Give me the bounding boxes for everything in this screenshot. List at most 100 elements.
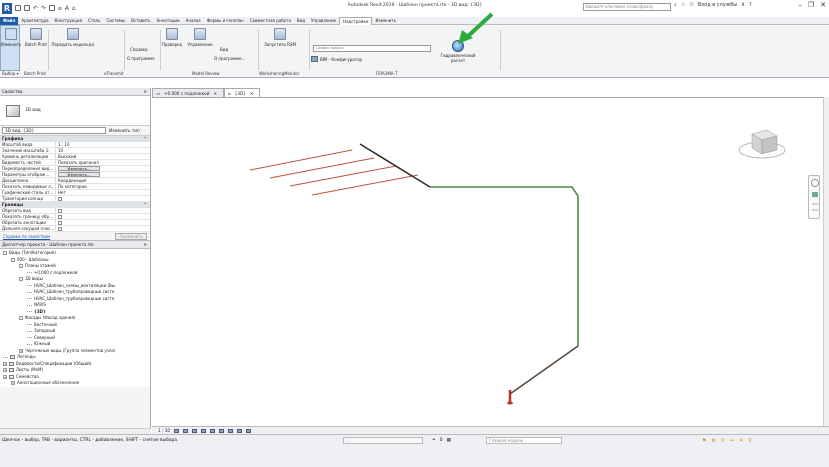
checkbox[interactable] <box>58 227 62 231</box>
pipe-main-green[interactable] <box>430 186 579 197</box>
filter-count-icon[interactable]: ⊽ <box>748 438 752 444</box>
pipe-branch-4[interactable] <box>311 174 419 196</box>
collapse-icon[interactable]: - <box>19 316 23 321</box>
checkbox[interactable] <box>58 221 62 225</box>
text-icon[interactable]: A <box>65 5 69 12</box>
revit-logo[interactable]: R <box>2 2 12 14</box>
undo-icon[interactable]: ↶ <box>33 5 38 12</box>
close-icon[interactable]: ✕ <box>143 88 147 95</box>
about-button[interactable]: О программе <box>127 56 155 61</box>
edit-type-button[interactable]: Изменить тип <box>109 128 140 133</box>
checkbox[interactable] <box>58 209 62 213</box>
design-option-field[interactable]: Главная модель <box>486 437 562 444</box>
property-value[interactable] <box>56 226 150 231</box>
apply-button[interactable]: Применить <box>115 232 147 240</box>
render-icon[interactable] <box>210 428 216 433</box>
select-links-icon[interactable]: ⚑ <box>702 438 706 444</box>
scale-selector[interactable]: 1 : 10 <box>158 428 170 433</box>
tab-6[interactable]: Аннотации <box>153 17 182 25</box>
property-value[interactable]: Высокий <box>56 154 150 159</box>
property-value[interactable]: 1 : 10 <box>56 142 150 147</box>
tab-3[interactable]: Сталь <box>85 17 104 25</box>
detail-level-icon[interactable] <box>174 428 180 433</box>
3d-view-icon[interactable]: ⌂ <box>72 5 76 12</box>
collapse-icon[interactable]: - <box>19 264 23 269</box>
select-pinned-icon[interactable]: ⚲ <box>721 438 725 444</box>
panel-select[interactable]: Выбор ▾ <box>2 71 19 76</box>
pipe-branch-1[interactable] <box>249 149 353 171</box>
tab-8[interactable]: Формы и генплан <box>204 17 247 25</box>
workset-field[interactable]: ∴ <box>343 437 423 444</box>
save-icon[interactable] <box>24 5 30 11</box>
type-selector[interactable]: 3D вид <box>0 96 150 126</box>
tree-node[interactable]: + Аннотационные обозначения <box>0 380 150 387</box>
drag-elements-icon[interactable]: ⚘ <box>739 438 743 444</box>
crop-icon[interactable] <box>219 428 225 433</box>
tab-13[interactable]: Изменить <box>372 17 399 25</box>
star-icon[interactable]: ☆ <box>681 2 685 8</box>
collapse-icon[interactable]: - <box>19 277 23 282</box>
search-input[interactable]: Введите ключевое слово/фразу <box>583 3 671 11</box>
navigation-bar[interactable] <box>808 175 820 219</box>
property-value[interactable] <box>56 208 150 213</box>
tab-2[interactable]: Конструкция <box>52 17 85 25</box>
check-button[interactable]: Проверка <box>161 28 183 47</box>
expand-icon[interactable]: + <box>3 374 7 379</box>
viewcube-icon[interactable] <box>737 126 787 160</box>
user-icon[interactable]: ⚇ <box>689 2 693 8</box>
property-value[interactable]: Изменить... <box>56 172 150 177</box>
pipe-lower-run[interactable] <box>509 345 579 395</box>
pipe-main-dark[interactable] <box>359 143 431 188</box>
property-value[interactable]: Изменить... <box>56 166 150 171</box>
modify-button[interactable]: Изменить <box>1 28 21 47</box>
canvas-vscroll[interactable] <box>823 97 829 426</box>
tab-5[interactable]: Вставить <box>128 17 153 25</box>
pipe-branch-3[interactable] <box>289 165 397 187</box>
measure-icon[interactable]: ⌀ <box>58 5 62 12</box>
visual-style-icon[interactable] <box>183 428 189 433</box>
view-dropdown[interactable]: 3D вид: {3D} <box>2 127 106 134</box>
view-button[interactable]: Вид <box>220 47 228 52</box>
pipe-end-cap[interactable] <box>507 401 513 405</box>
signin-link[interactable]: Вход в службы <box>698 2 737 8</box>
close-icon[interactable]: ✕ <box>143 241 147 248</box>
drawing-canvas[interactable] <box>152 97 823 426</box>
property-value[interactable] <box>56 220 150 225</box>
tab-7[interactable]: Анализ <box>183 17 204 25</box>
property-value[interactable]: Нет <box>56 190 150 195</box>
binoculars-icon[interactable]: ⌕ <box>674 2 677 8</box>
transfer-model-button[interactable]: Передать модель(и) <box>50 28 96 47</box>
property-value[interactable] <box>56 214 150 219</box>
select-face-icon[interactable]: ⚯ <box>730 438 734 444</box>
properties-help-link[interactable]: Справка по свойствам <box>3 234 50 239</box>
property-value[interactable]: Показать оригинал <box>56 160 150 165</box>
edit-button[interactable]: Изменить... <box>58 172 100 177</box>
filter-icon[interactable]: ▦ <box>447 438 451 443</box>
pipe-branch-2[interactable] <box>269 157 375 179</box>
expand-icon[interactable]: + <box>11 381 15 386</box>
reveal-hidden-icon[interactable] <box>246 428 252 433</box>
plazma-input[interactable]: Сервис вопрос <box>313 45 431 52</box>
select-underlay-icon[interactable]: ⚙ <box>711 438 715 444</box>
restore-icon[interactable]: ❐ <box>808 1 814 9</box>
expand-icon[interactable]: + <box>19 348 23 353</box>
sync-icon[interactable]: ⚭ <box>432 438 436 443</box>
property-value[interactable] <box>56 196 150 201</box>
manage-button[interactable]: Управление <box>186 28 214 47</box>
close-icon[interactable]: ✕ <box>820 1 826 9</box>
tab-0[interactable]: Файл <box>0 17 19 25</box>
property-value[interactable]: По категории <box>56 184 150 189</box>
tab-4[interactable]: Системы <box>104 17 129 25</box>
collapse-icon[interactable]: - <box>11 257 15 262</box>
sun-path-icon[interactable] <box>192 428 198 433</box>
document-tab[interactable]: ⌂ {3D} ✕ <box>223 88 261 97</box>
open-icon[interactable] <box>15 5 21 11</box>
tab-12[interactable]: Надстройки <box>339 17 373 25</box>
document-tab[interactable]: ▭ +0.000 с подложкой ✕ <box>152 88 224 97</box>
bim-config-button[interactable]: BIM - Конфигуратор <box>311 56 362 62</box>
redo-icon[interactable]: ↷ <box>41 5 46 12</box>
shadows-icon[interactable] <box>201 428 207 433</box>
about2-button[interactable]: О программе... <box>214 56 245 61</box>
checkbox[interactable] <box>58 215 62 219</box>
property-value[interactable]: Координация <box>56 178 150 183</box>
